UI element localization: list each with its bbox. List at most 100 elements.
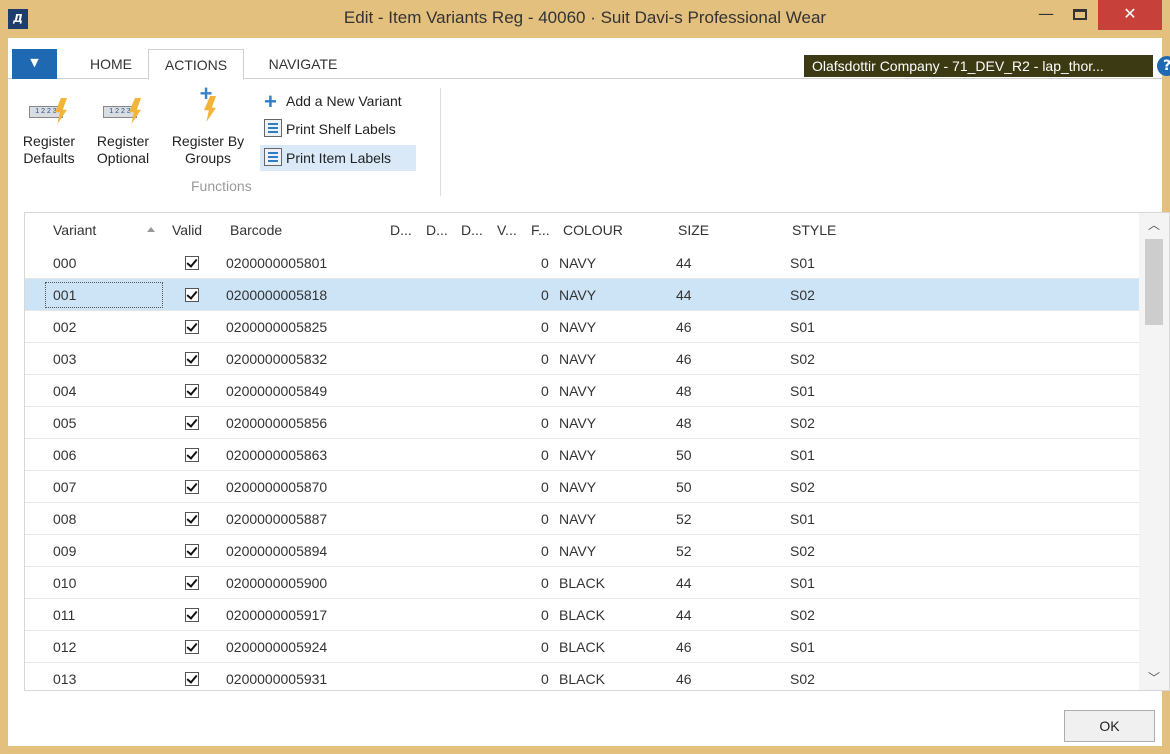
barcode-cell[interactable]: 0200000005856 bbox=[226, 415, 327, 431]
variant-cell[interactable]: 000 bbox=[53, 255, 76, 271]
valid-checkbox[interactable] bbox=[185, 256, 199, 270]
style-cell[interactable]: S01 bbox=[790, 447, 815, 463]
register-optional-button[interactable]: 1 2 2 3 Register Optional bbox=[88, 86, 158, 167]
column-header-variant[interactable]: Variant bbox=[53, 222, 96, 238]
f-cell[interactable]: 0 bbox=[541, 511, 549, 527]
colour-cell[interactable]: NAVY bbox=[559, 383, 596, 399]
barcode-cell[interactable]: 0200000005832 bbox=[226, 351, 327, 367]
print-item-labels-button[interactable]: Print Item Labels bbox=[260, 145, 416, 171]
style-cell[interactable]: S02 bbox=[790, 671, 815, 687]
valid-checkbox[interactable] bbox=[185, 288, 199, 302]
minimize-button[interactable]: — bbox=[1030, 0, 1062, 30]
table-row[interactable]: 013 0200000005931 0 BLACK 46 S02 bbox=[25, 663, 1139, 690]
barcode-cell[interactable]: 0200000005801 bbox=[226, 255, 327, 271]
style-cell[interactable]: S02 bbox=[790, 287, 815, 303]
barcode-cell[interactable]: 0200000005894 bbox=[226, 543, 327, 559]
vertical-scrollbar[interactable]: ︿ ﹀ bbox=[1139, 213, 1169, 690]
column-header-barcode[interactable]: Barcode bbox=[230, 222, 282, 238]
f-cell[interactable]: 0 bbox=[541, 351, 549, 367]
scroll-up-icon[interactable]: ︿ bbox=[1139, 213, 1169, 237]
barcode-cell[interactable]: 0200000005825 bbox=[226, 319, 327, 335]
size-cell[interactable]: 46 bbox=[676, 671, 692, 687]
colour-cell[interactable]: BLACK bbox=[559, 671, 605, 687]
f-cell[interactable]: 0 bbox=[541, 415, 549, 431]
f-cell[interactable]: 0 bbox=[541, 575, 549, 591]
size-cell[interactable]: 46 bbox=[676, 639, 692, 655]
valid-checkbox[interactable] bbox=[185, 480, 199, 494]
f-cell[interactable]: 0 bbox=[541, 319, 549, 335]
close-button[interactable]: ✕ bbox=[1098, 0, 1162, 30]
colour-cell[interactable]: NAVY bbox=[559, 543, 596, 559]
valid-checkbox[interactable] bbox=[185, 320, 199, 334]
add-new-variant-button[interactable]: + Add a New Variant bbox=[260, 88, 408, 114]
f-cell[interactable]: 0 bbox=[541, 479, 549, 495]
style-cell[interactable]: S01 bbox=[790, 383, 815, 399]
table-row[interactable]: 012 0200000005924 0 BLACK 46 S01 bbox=[25, 631, 1139, 663]
variant-cell[interactable]: 008 bbox=[53, 511, 76, 527]
column-header-d3[interactable]: D... bbox=[461, 222, 483, 238]
f-cell[interactable]: 0 bbox=[541, 543, 549, 559]
size-cell[interactable]: 44 bbox=[676, 607, 692, 623]
table-row[interactable]: 001 0200000005818 0 NAVY 44 S02 bbox=[25, 279, 1139, 311]
variant-cell[interactable]: 012 bbox=[53, 639, 76, 655]
barcode-cell[interactable]: 0200000005870 bbox=[226, 479, 327, 495]
variant-cell[interactable]: 009 bbox=[53, 543, 76, 559]
size-cell[interactable]: 48 bbox=[676, 383, 692, 399]
size-cell[interactable]: 46 bbox=[676, 319, 692, 335]
colour-cell[interactable]: NAVY bbox=[559, 447, 596, 463]
size-cell[interactable]: 52 bbox=[676, 511, 692, 527]
style-cell[interactable]: S01 bbox=[790, 575, 815, 591]
style-cell[interactable]: S01 bbox=[790, 639, 815, 655]
style-cell[interactable]: S01 bbox=[790, 319, 815, 335]
maximize-button[interactable] bbox=[1064, 0, 1096, 30]
column-header-size[interactable]: SIZE bbox=[678, 222, 709, 238]
variant-cell[interactable]: 006 bbox=[53, 447, 76, 463]
barcode-cell[interactable]: 0200000005900 bbox=[226, 575, 327, 591]
size-cell[interactable]: 50 bbox=[676, 447, 692, 463]
f-cell[interactable]: 0 bbox=[541, 287, 549, 303]
size-cell[interactable]: 52 bbox=[676, 543, 692, 559]
style-cell[interactable]: S01 bbox=[790, 511, 815, 527]
size-cell[interactable]: 44 bbox=[676, 255, 692, 271]
valid-checkbox[interactable] bbox=[185, 544, 199, 558]
column-header-d2[interactable]: D... bbox=[426, 222, 448, 238]
column-header-style[interactable]: STYLE bbox=[792, 222, 836, 238]
help-icon[interactable]: ? bbox=[1157, 56, 1170, 76]
variant-cell[interactable]: 004 bbox=[53, 383, 76, 399]
valid-checkbox[interactable] bbox=[185, 672, 199, 686]
column-header-colour[interactable]: COLOUR bbox=[563, 222, 623, 238]
barcode-cell[interactable]: 0200000005887 bbox=[226, 511, 327, 527]
valid-checkbox[interactable] bbox=[185, 576, 199, 590]
column-header-d1[interactable]: D... bbox=[390, 222, 412, 238]
table-row[interactable]: 007 0200000005870 0 NAVY 50 S02 bbox=[25, 471, 1139, 503]
print-shelf-labels-button[interactable]: Print Shelf Labels bbox=[260, 116, 402, 142]
variant-cell[interactable]: 002 bbox=[53, 319, 76, 335]
table-row[interactable]: 004 0200000005849 0 NAVY 48 S01 bbox=[25, 375, 1139, 407]
column-header-v[interactable]: V... bbox=[497, 222, 517, 238]
colour-cell[interactable]: NAVY bbox=[559, 351, 596, 367]
variant-cell[interactable]: 005 bbox=[53, 415, 76, 431]
tab-home[interactable]: HOME bbox=[76, 49, 146, 80]
size-cell[interactable]: 50 bbox=[676, 479, 692, 495]
table-row[interactable]: 010 0200000005900 0 BLACK 44 S01 bbox=[25, 567, 1139, 599]
ok-button[interactable]: OK bbox=[1064, 710, 1155, 742]
size-cell[interactable]: 44 bbox=[676, 287, 692, 303]
table-row[interactable]: 005 0200000005856 0 NAVY 48 S02 bbox=[25, 407, 1139, 439]
colour-cell[interactable]: NAVY bbox=[559, 319, 596, 335]
variant-cell[interactable]: 003 bbox=[53, 351, 76, 367]
column-header-f[interactable]: F... bbox=[531, 222, 550, 238]
barcode-cell[interactable]: 0200000005917 bbox=[226, 607, 327, 623]
style-cell[interactable]: S02 bbox=[790, 607, 815, 623]
style-cell[interactable]: S02 bbox=[790, 479, 815, 495]
colour-cell[interactable]: NAVY bbox=[559, 511, 596, 527]
size-cell[interactable]: 48 bbox=[676, 415, 692, 431]
variant-cell[interactable]: 013 bbox=[53, 671, 76, 687]
valid-checkbox[interactable] bbox=[185, 416, 199, 430]
valid-checkbox[interactable] bbox=[185, 640, 199, 654]
valid-checkbox[interactable] bbox=[185, 352, 199, 366]
f-cell[interactable]: 0 bbox=[541, 639, 549, 655]
variant-cell[interactable]: 001 bbox=[45, 282, 163, 308]
table-row[interactable]: 006 0200000005863 0 NAVY 50 S01 bbox=[25, 439, 1139, 471]
valid-checkbox[interactable] bbox=[185, 512, 199, 526]
f-cell[interactable]: 0 bbox=[541, 607, 549, 623]
